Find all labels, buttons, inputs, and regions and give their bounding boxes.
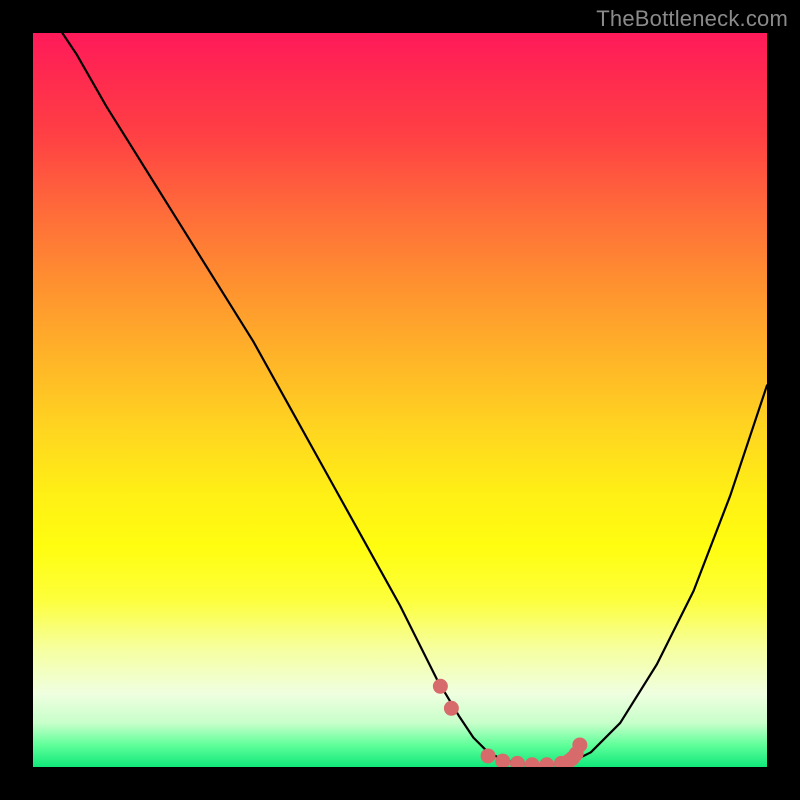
highlight-marker [495, 754, 510, 767]
highlight-marker [525, 757, 540, 767]
highlight-marker [572, 737, 587, 752]
highlighted-points [433, 679, 587, 767]
watermark-text: TheBottleneck.com [596, 6, 788, 32]
highlight-marker [481, 748, 496, 763]
outer-black-frame: TheBottleneck.com [0, 0, 800, 800]
highlight-marker [539, 757, 554, 767]
highlight-marker [433, 679, 448, 694]
highlight-marker [510, 756, 525, 767]
highlight-marker [444, 701, 459, 716]
bottleneck-curve [62, 33, 767, 765]
chart-svg [33, 33, 767, 767]
plot-area [33, 33, 767, 767]
